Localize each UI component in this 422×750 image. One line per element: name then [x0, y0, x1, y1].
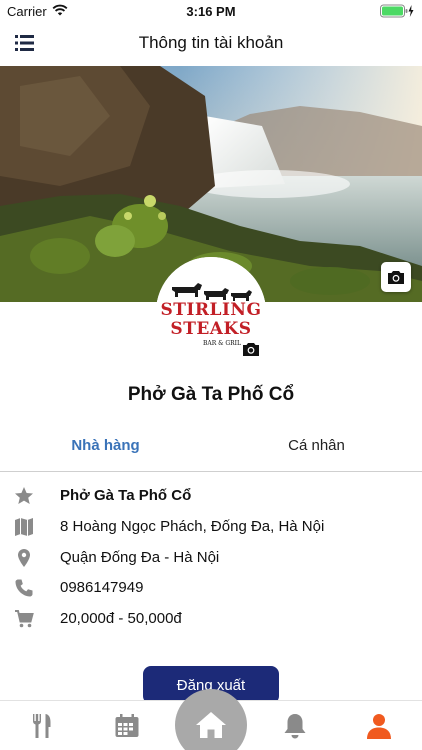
battery-icon [380, 4, 414, 21]
phone-icon [13, 577, 35, 599]
page-title: Thông tin tài khoản [138, 33, 284, 52]
nav-header: Thông tin tài khoản [0, 22, 422, 66]
charging-bolt-icon [408, 5, 414, 17]
logo-line-2: STEAKS [170, 319, 252, 339]
info-row-name: Phở Gà Ta Phố Cổ [0, 482, 422, 512]
location-pin-icon [13, 547, 35, 569]
map-icon [13, 516, 35, 538]
info-row-district: Quận Đống Đa - Hà Nội [0, 544, 422, 574]
bell-icon[interactable] [280, 711, 310, 741]
profile-tabs: Nhà hàng Cá nhân [0, 426, 422, 472]
calendar-icon[interactable] [112, 711, 142, 741]
info-district-text: Quận Đống Đa - Hà Nội [60, 549, 220, 566]
cart-icon [13, 608, 35, 630]
info-row-phone: 0986147949 [0, 574, 422, 604]
tab-personal[interactable]: Cá nhân [211, 426, 422, 466]
fork-knife-icon[interactable] [27, 711, 57, 741]
restaurant-name: Phở Gà Ta Phố Cổ [127, 384, 295, 405]
info-name-text: Phở Gà Ta Phố Cổ [60, 487, 192, 504]
info-price-text: 20,000đ - 50,000đ [60, 610, 182, 627]
camera-icon [243, 342, 259, 356]
avatar-camera-button[interactable] [241, 340, 261, 358]
cover-camera-button[interactable] [381, 262, 411, 292]
camera-icon [388, 270, 404, 284]
home-icon [196, 712, 226, 738]
status-time: 3:16 PM [186, 4, 236, 19]
user-icon[interactable] [364, 711, 394, 741]
logo-line-1: STIRLING [160, 300, 262, 320]
info-row-address: 8 Hoàng Ngọc Phách, Đống Đa, Hà Nội [0, 513, 422, 543]
tab-restaurant[interactable]: Nhà hàng [0, 426, 211, 466]
info-address-text: 8 Hoàng Ngọc Phách, Đống Đa, Hà Nội [60, 518, 325, 535]
info-row-price: 20,000đ - 50,000đ [0, 605, 422, 635]
info-phone-text: 0986147949 [60, 579, 144, 596]
star-icon [13, 485, 35, 507]
status-bar: Carrier 3:16 PM [0, 0, 422, 22]
